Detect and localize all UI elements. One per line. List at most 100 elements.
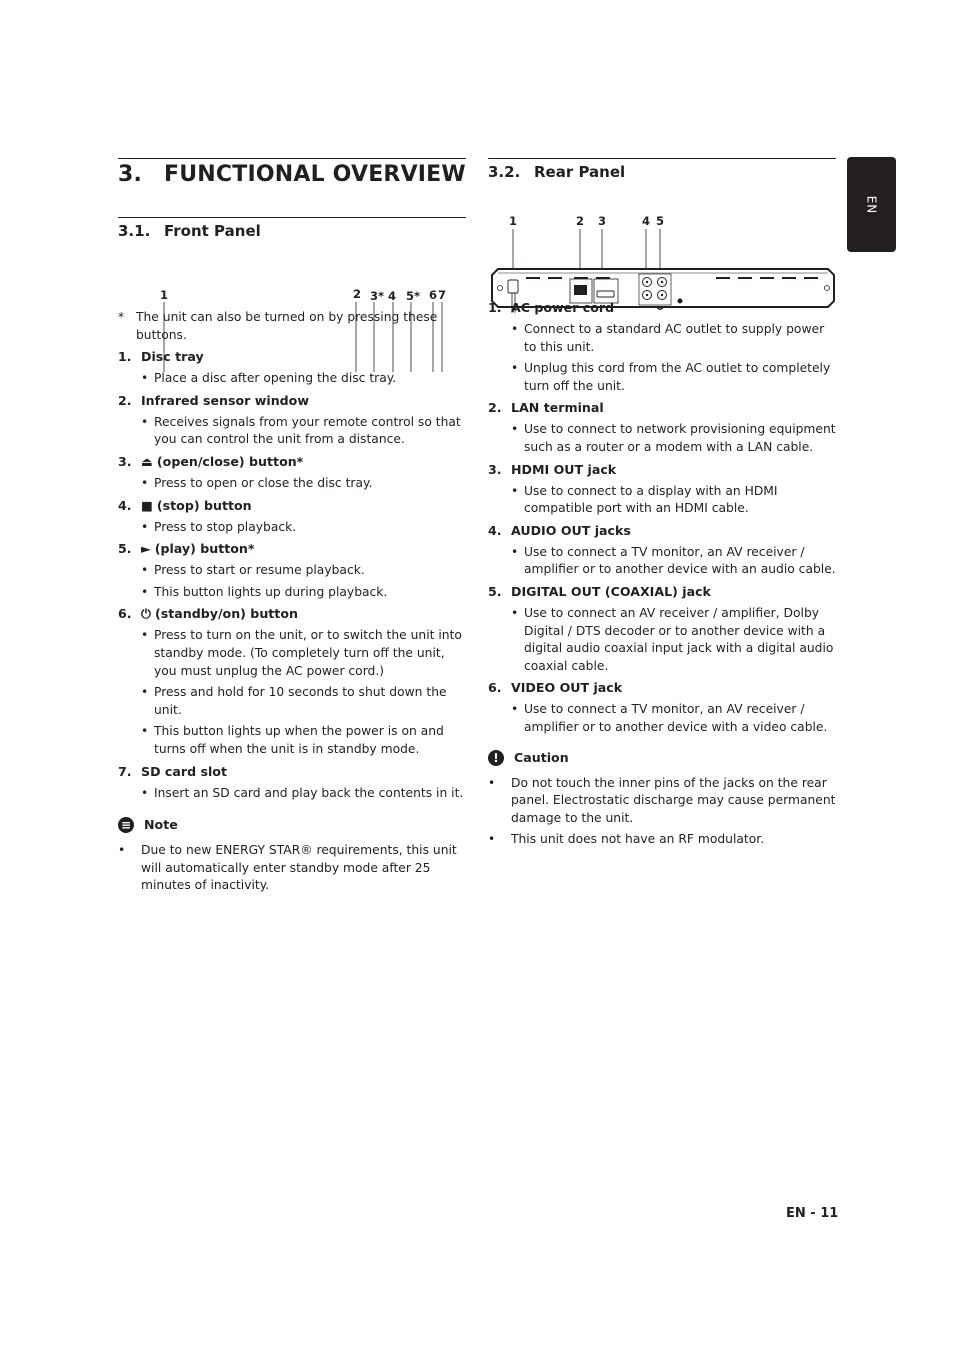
- item-heading: 3. ⏏ (open/close) button*: [118, 453, 466, 471]
- item-heading: 2. Infrared sensor window: [118, 392, 466, 410]
- front-panel-text: * The unit can also be turned on by pres…: [118, 309, 466, 895]
- button-symbol-icon: ►: [141, 541, 151, 557]
- section-title: Front Panel: [164, 222, 261, 240]
- note-heading: ≡ Note: [118, 816, 466, 834]
- page-number: EN - 11: [786, 1206, 839, 1221]
- bullet-text: Press to open or close the disc tray.: [154, 475, 373, 490]
- item-heading: 1. Disc tray: [118, 348, 466, 366]
- bullet-icon: •: [141, 519, 149, 534]
- bullet-icon: •: [511, 422, 519, 437]
- item-heading: 2. LAN terminal: [488, 399, 836, 417]
- section-heading-front-panel: 3.1. Front Panel: [118, 218, 466, 242]
- bullet-text: Use to connect to a display with an HDMI…: [524, 483, 778, 516]
- item-heading: 1. AC power cord: [488, 299, 836, 317]
- item-bullet: • This button lights up during playback.: [118, 584, 466, 602]
- front-panel-items: 1. Disc tray • Place a disc after opening t…: [118, 348, 466, 802]
- bullet-icon: •: [141, 371, 149, 386]
- item-bullet: • Press to turn on the unit, or to switch…: [118, 627, 466, 680]
- button-symbol-icon: ⏻: [141, 606, 151, 622]
- item-bullet: • Use to connect an AV receiver / amplifi…: [488, 605, 836, 675]
- item-number: 2.: [488, 400, 502, 416]
- bullet-text: Unplug this cord from the AC outlet to c…: [524, 361, 831, 393]
- item-number: 3.: [488, 461, 502, 477]
- item-label: SD card slot: [141, 763, 227, 779]
- bullet-text: Connect to a standard AC outlet to suppl…: [524, 322, 825, 354]
- item-number: 1.: [488, 300, 502, 315]
- rear-panel-items: 1. AC power cord • Connect to a standard AC…: [488, 299, 836, 737]
- item-label: Infrared sensor window: [141, 392, 309, 408]
- footnote-mark: *: [118, 310, 125, 324]
- caution-bullet: • Do not touch the inner pins of the jac…: [488, 775, 836, 828]
- bullet-text: Press to stop playback.: [154, 519, 297, 534]
- item-label: (play) button*: [154, 541, 255, 557]
- item-label: LAN terminal: [511, 400, 604, 416]
- bullet-text: Place a disc after opening the disc tray…: [154, 371, 397, 386]
- bullet-icon: •: [141, 414, 149, 429]
- item-number: 5.: [488, 583, 502, 599]
- caution-text: This unit does not have an RF modulator.: [511, 832, 765, 847]
- item-heading: 4. AUDIO OUT jacks: [488, 522, 836, 540]
- item-label: (stop) button: [156, 497, 252, 513]
- caution-icon: !: [488, 749, 504, 766]
- bullet-text: Press to start or resume playback.: [154, 563, 365, 578]
- bullet-icon: •: [511, 702, 519, 717]
- item-bullet: • Use to connect to network provisioning …: [488, 421, 836, 456]
- bullet-icon: •: [118, 843, 126, 858]
- caution-text: Do not touch the inner pins of the jacks…: [511, 775, 836, 825]
- bullet-icon: •: [141, 685, 149, 700]
- language-tab: EN: [847, 157, 896, 252]
- item-number: 6.: [488, 680, 502, 696]
- item-bullet: • Receives signals from your remote contr…: [118, 414, 466, 449]
- item-heading: 4. ■ (stop) button: [118, 497, 466, 515]
- item-bullet: • Use to connect a TV monitor, an AV rece…: [488, 544, 836, 579]
- language-tab-label: EN: [864, 195, 879, 214]
- item-bullet: • Use to connect a TV monitor, an AV rece…: [488, 701, 836, 736]
- bullet-icon: •: [511, 361, 519, 376]
- bullet-text: Receives signals from your remote contro…: [154, 414, 461, 447]
- note-text: Due to new ENERGY STAR® requirements, th…: [141, 843, 457, 893]
- bullet-icon: •: [141, 628, 149, 643]
- item-label: AC power cord: [511, 300, 615, 315]
- button-symbol-icon: ⏏: [141, 453, 153, 469]
- item-label: AUDIO OUT jacks: [511, 522, 631, 538]
- item-bullet: • Use to connect to a display with an HDM…: [488, 483, 836, 518]
- bullet-icon: •: [488, 832, 496, 847]
- note-title: Note: [144, 817, 178, 833]
- bullet-icon: •: [511, 322, 519, 336]
- item-number: 4.: [488, 522, 502, 538]
- bullet-text: Use to connect a TV monitor, an AV recei…: [524, 544, 836, 577]
- item-heading: 3. HDMI OUT jack: [488, 461, 836, 479]
- bullet-icon: •: [488, 775, 496, 790]
- manual-page: 3. FUNCTIONAL OVERVIEW 3.1. Front Panel 1 …: [0, 0, 954, 1350]
- right-column: 3.2.Rear Panel 1 2 3 4 5 6: [488, 158, 836, 849]
- item-heading: 6. ⏻ (standby/on) button: [118, 605, 466, 623]
- button-symbol-icon: ■: [141, 497, 153, 513]
- chapter-heading: 3. FUNCTIONAL OVERVIEW: [118, 159, 466, 217]
- item-bullet: • Press and hold for 10 seconds to shut d…: [118, 684, 466, 719]
- bullet-text: Insert an SD card and play back the cont…: [154, 785, 464, 800]
- bullet-text: This button lights up when the power is …: [154, 724, 444, 756]
- caution-heading: ! Caution: [488, 749, 836, 767]
- bullet-icon: •: [141, 785, 149, 800]
- section-number: 3.1.: [118, 222, 151, 240]
- item-heading: 5. ► (play) button*: [118, 540, 466, 558]
- section-number: 3.2.: [488, 163, 521, 181]
- item-number: 3.: [118, 453, 132, 469]
- bullet-text: This button lights up during playback.: [154, 584, 388, 599]
- caution-block: ! Caution • Do not touch the inner pins …: [488, 749, 836, 849]
- left-column: 3. FUNCTIONAL OVERVIEW 3.1. Front Panel 1 …: [118, 158, 466, 895]
- item-label: (open/close) button*: [156, 453, 304, 469]
- bullet-icon: •: [511, 483, 519, 498]
- item-bullet: • Connect to a standard AC outlet to supp…: [488, 321, 836, 356]
- item-label: DIGITAL OUT (COAXIAL) jack: [511, 583, 711, 599]
- bullet-text: Press to turn on the unit, or to switch …: [154, 628, 462, 678]
- section-heading-rear-panel: 3.2. Rear Panel: [488, 159, 836, 183]
- item-heading: 6. VIDEO OUT jack: [488, 679, 836, 697]
- caution-bullet: • This unit does not have an RF modulato…: [488, 831, 836, 849]
- chapter-number: 3.: [118, 162, 143, 187]
- item-bullet: • Unplug this cord from the AC outlet to …: [488, 360, 836, 395]
- bullet-text: Use to connect a TV monitor, an AV recei…: [524, 702, 828, 734]
- bullet-text: Press and hold for 10 seconds to shut do…: [154, 685, 447, 717]
- item-number: 7.: [118, 763, 132, 779]
- item-bullet: • Press to start or resume playback.: [118, 562, 466, 580]
